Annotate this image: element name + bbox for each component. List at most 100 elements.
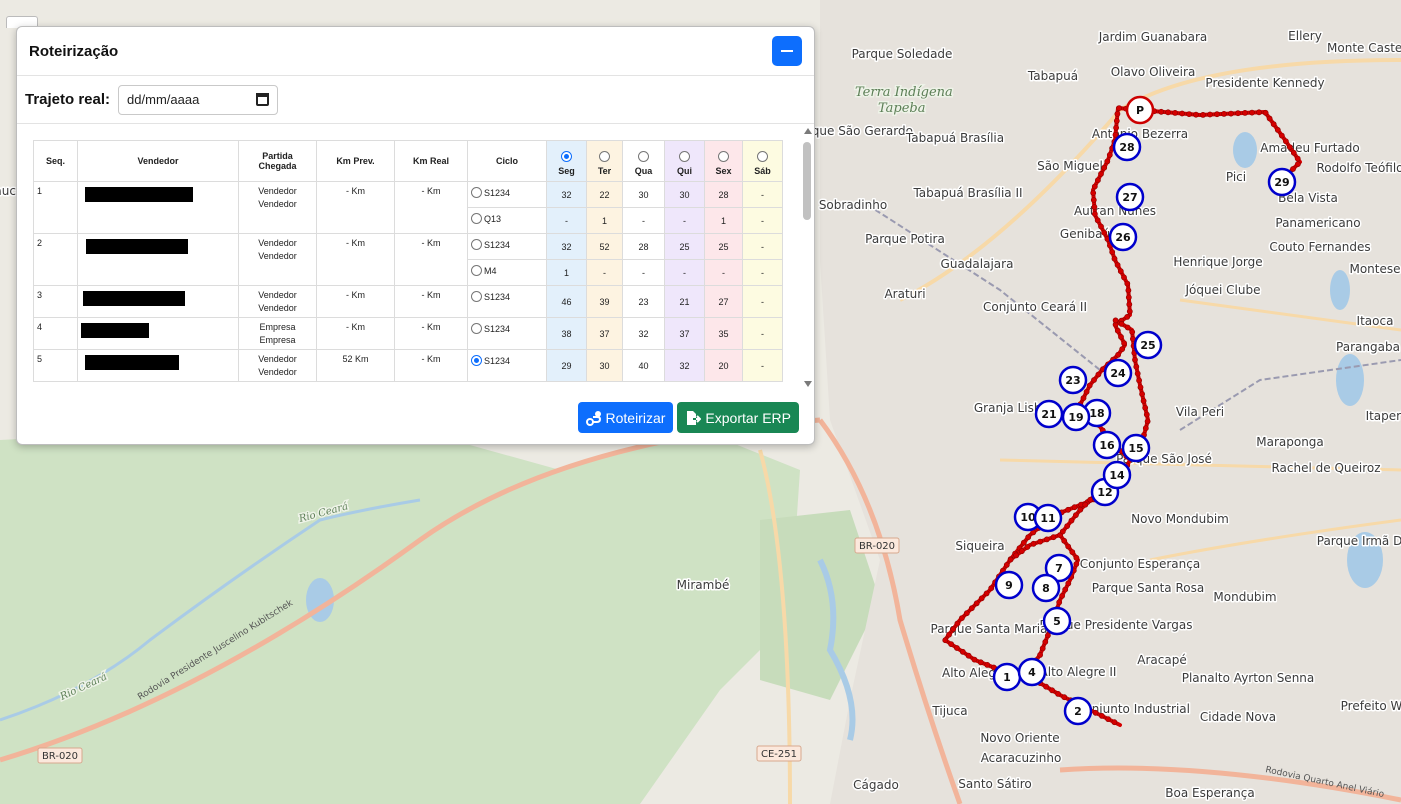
stop-marker[interactable]: 5 [1042, 606, 1072, 636]
cell-ciclo[interactable]: M4 [467, 259, 547, 286]
date-input[interactable]: dd/mm/aaaa [118, 84, 279, 115]
scroll-down-arrow-icon[interactable] [804, 381, 812, 387]
stop-marker[interactable]: 2 [1063, 696, 1093, 726]
route-point [1018, 548, 1025, 555]
route-point [1098, 170, 1104, 177]
route-point [1133, 363, 1140, 370]
place-label: Olavo Oliveira [1111, 65, 1196, 79]
forest-label: Terra Indígena [855, 85, 953, 100]
stop-marker[interactable]: 23 [1058, 365, 1088, 395]
stop-marker[interactable]: 25 [1133, 330, 1163, 360]
stop-marker[interactable]: 28 [1112, 132, 1142, 162]
stop-marker[interactable]: 11 [1033, 503, 1063, 533]
day-radio-seg[interactable] [561, 150, 572, 162]
route-point [1266, 115, 1273, 122]
stop-marker[interactable]: 16 [1092, 430, 1122, 460]
collapse-button[interactable] [772, 36, 802, 66]
day-radio-sex[interactable] [718, 150, 729, 162]
cell-ciclo[interactable]: S1234 [467, 233, 547, 260]
cell-day-count: 30 [664, 181, 705, 208]
stop-marker-label: 28 [1119, 141, 1134, 154]
col-day-ter[interactable]: Ter [586, 140, 623, 182]
scroll-up-arrow-icon[interactable] [804, 128, 812, 134]
table-row[interactable]: 3 Vendedor Vendedor - Km - Km S1234 46 39 23 21 27… [33, 285, 783, 318]
stop-marker[interactable]: 4 [1017, 657, 1047, 687]
stop-marker[interactable]: 21 [1034, 399, 1064, 429]
col-day-seg[interactable]: Seg [546, 140, 587, 182]
start-marker[interactable]: P [1125, 95, 1155, 125]
route-point [1235, 110, 1241, 117]
route-point [1059, 528, 1066, 535]
stop-marker[interactable]: 9 [994, 570, 1024, 600]
route-point [1105, 716, 1111, 722]
table-row[interactable]: 5 Vendedor Vendedor 52 Km - Km S1234 29 30 40 32 2… [33, 349, 783, 382]
ciclo-radio[interactable] [471, 265, 482, 277]
routes-table: Seq. Vendedor Partida Chegada Km Prev. K… [33, 140, 783, 382]
route-point [1140, 397, 1147, 404]
ciclo-radio[interactable] [471, 213, 482, 225]
cell-chegada: Empresa [259, 335, 296, 345]
day-radio-ter[interactable] [599, 150, 610, 162]
cell-ciclo[interactable]: Q13 [467, 207, 547, 234]
route-point [1095, 371, 1102, 378]
day-radio-qui[interactable] [679, 150, 690, 162]
cell-day-count: 40 [622, 349, 665, 382]
calendar-icon[interactable] [256, 93, 270, 106]
route-point [959, 615, 965, 621]
stop-marker[interactable]: 19 [1061, 402, 1091, 432]
col-day-sex[interactable]: Sex [704, 140, 743, 182]
ciclo-radio[interactable] [471, 355, 482, 367]
ciclo-radio[interactable] [471, 291, 482, 303]
ciclo-radio[interactable] [471, 323, 482, 335]
route-point [1080, 395, 1087, 401]
cell-ciclo[interactable]: S1234 [467, 317, 547, 350]
route-point [1290, 149, 1297, 156]
table-scrollbar[interactable] [802, 128, 814, 387]
cell-ciclo[interactable]: S1234 [467, 349, 547, 382]
stop-marker[interactable]: 15 [1121, 433, 1151, 463]
table-row[interactable]: 2 Vendedor Vendedor - Km - Km S1234 32 52 28 25 25… [33, 233, 783, 286]
day-radio-sab[interactable] [757, 150, 768, 162]
routes-table-container[interactable]: Seq. Vendedor Partida Chegada Km Prev. K… [33, 140, 803, 389]
route-point [1061, 694, 1068, 701]
ciclo-radio[interactable] [471, 239, 482, 251]
stop-marker[interactable]: 24 [1103, 358, 1133, 388]
route-point [1126, 301, 1133, 308]
route-point [1115, 351, 1121, 358]
stop-marker[interactable]: 14 [1102, 460, 1132, 490]
col-day-sab[interactable]: Sáb [742, 140, 783, 182]
route-point [1109, 249, 1116, 255]
route-point [1045, 632, 1051, 639]
cell-partida-chegada: Empresa Empresa [238, 317, 317, 350]
roteirizar-button[interactable]: Roteirizar [577, 402, 674, 433]
cell-ciclo[interactable]: S1234 [467, 181, 547, 208]
table-row[interactable]: 4 Empresa Empresa - Km - Km S1234 38 37 32 37 35- [33, 317, 783, 350]
col-day-qui[interactable]: Qui [664, 140, 705, 182]
scroll-thumb[interactable] [803, 142, 811, 220]
route-point [1064, 523, 1071, 529]
route-point [1090, 190, 1097, 196]
stop-marker[interactable]: 8 [1031, 573, 1061, 603]
place-label: Henrique Jorge [1173, 255, 1262, 269]
cell-day-count: 25 [664, 233, 705, 260]
route-point [1249, 109, 1255, 116]
stop-marker[interactable]: 1 [992, 662, 1022, 692]
table-row[interactable]: 1 Vendedor Vendedor - Km - Km S1234 32 22 30 30 28… [33, 181, 783, 234]
ciclo-label: S1234 [484, 239, 511, 250]
col-day-qua[interactable]: Qua [622, 140, 665, 182]
place-label: Parque Santa Rosa [1092, 581, 1204, 595]
stop-marker-label: 10 [1020, 511, 1036, 524]
cell-ciclo[interactable]: S1234 [467, 285, 547, 318]
cell-day-count: 25 [704, 233, 743, 260]
route-point [1101, 164, 1108, 171]
stop-marker[interactable]: 27 [1115, 182, 1145, 212]
stop-marker[interactable]: 29 [1267, 167, 1297, 197]
stop-marker[interactable]: 26 [1108, 222, 1138, 252]
route-point [1092, 211, 1098, 217]
stop-marker-label: 26 [1115, 231, 1131, 244]
place-label: Rachel de Queiroz [1271, 461, 1380, 475]
col-day-ter-label: Ter [597, 165, 612, 176]
ciclo-radio[interactable] [471, 187, 482, 199]
exportar-erp-button[interactable]: Exportar ERP [677, 402, 799, 433]
day-radio-qua[interactable] [638, 150, 649, 162]
